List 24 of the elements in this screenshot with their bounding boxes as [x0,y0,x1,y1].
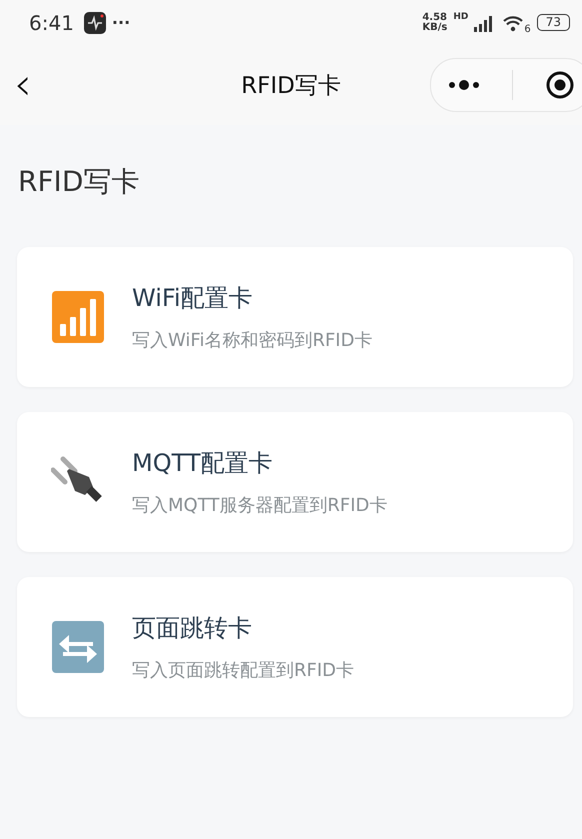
card-title: 页面跳转卡 [132,613,253,644]
repeat-arrows-icon [51,620,105,674]
card-description: 写入MQTT服务器配置到RFID卡 [132,494,388,517]
network-speed: 4.58 KB/s [422,12,448,32]
card-description: 写入页面跳转配置到RFID卡 [132,659,354,682]
wifi-generation: 6 [524,24,531,35]
card[interactable]: 页面跳转卡 写入页面跳转配置到RFID卡 [17,577,573,717]
card[interactable]: WiFi配置卡 写入WiFi名称和密码到RFID卡 [17,247,573,387]
page-title: RFID写卡 [18,164,140,200]
card-description: 写入WiFi名称和密码到RFID卡 [132,329,372,352]
signal-bars-icon [51,290,105,344]
card-title: WiFi配置卡 [132,283,254,314]
more-icon[interactable] [446,79,481,91]
status-time: 6:41 [29,10,74,34]
battery-level: 73 [536,14,570,31]
close-target-icon[interactable] [545,70,576,100]
back-button[interactable]: ‹ [0,65,42,105]
app-icon [84,12,106,34]
nav-title: RFID写卡 [241,72,341,100]
wifi-icon [502,14,524,32]
card-title: MQTT配置卡 [132,448,274,479]
card[interactable]: MQTT配置卡 写入MQTT服务器配置到RFID卡 [17,412,573,552]
notification-dots: ··· [112,13,130,32]
network-type: HD [453,12,468,22]
